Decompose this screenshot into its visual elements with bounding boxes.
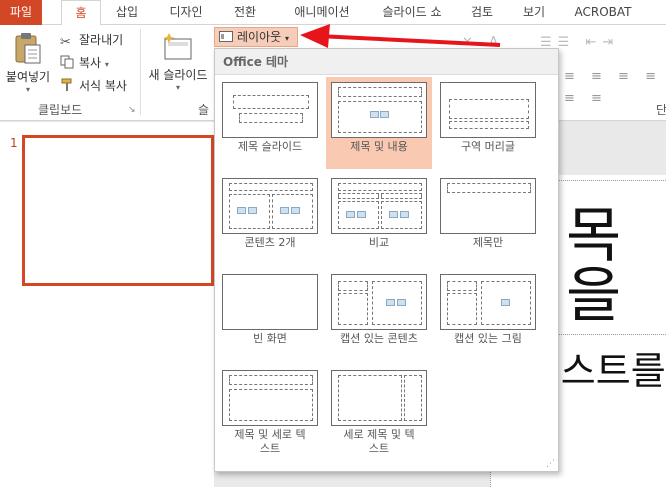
layout-caption: 제목 및 세로 텍스트 xyxy=(234,428,306,455)
layout-caption: 캡션 있는 콘텐츠 xyxy=(340,332,418,345)
layout-label: 레이아웃 xyxy=(237,30,282,44)
layout-blank[interactable]: 빈 화면 xyxy=(217,269,323,361)
copy-button[interactable]: 복사 ▾ xyxy=(60,54,109,71)
layout-preview xyxy=(440,82,536,138)
layout-title-only[interactable]: 제목만 xyxy=(435,173,541,265)
chevron-down-icon: ▾ xyxy=(175,83,180,92)
layout-caption: 빈 화면 xyxy=(253,332,287,345)
layout-title-slide[interactable]: 제목 슬라이드 xyxy=(217,77,323,169)
layout-preview xyxy=(222,370,318,426)
slide-title-text[interactable]: 목을 xyxy=(566,206,666,326)
layout-caption: 캡션 있는 그림 xyxy=(454,332,522,345)
cut-button[interactable]: ✂ 잘라내기 xyxy=(60,31,124,50)
tab-view[interactable]: 보기 xyxy=(514,0,554,25)
layout-gallery: Office 테마 제목 슬라이드 제목 및 내용 구역 머리글 콘텐츠 2개 … xyxy=(214,48,559,472)
tab-design[interactable]: 디자인 xyxy=(160,0,212,25)
slide-number: 1 xyxy=(10,136,18,150)
slides-group-label: 슬 xyxy=(198,103,210,117)
new-slide-icon xyxy=(163,33,192,60)
cut-label: 잘라내기 xyxy=(79,33,124,47)
layout-preview xyxy=(440,274,536,330)
format-painter-button[interactable]: 서식 복사 xyxy=(60,77,127,94)
layout-vertical-title-and-text[interactable]: 세로 제목 및 텍스트 xyxy=(326,365,432,457)
layout-icon xyxy=(219,31,233,42)
align-icon: ≡ ≡ xyxy=(564,91,608,106)
layout-caption: 구역 머리글 xyxy=(460,140,516,153)
dialog-launcher-icon[interactable]: ↘ xyxy=(128,105,136,115)
new-slide-button[interactable]: 새 슬라이드 ▾ xyxy=(144,31,212,92)
resize-grip-icon[interactable]: ⋰ xyxy=(546,459,555,469)
chevron-down-icon: ▾ xyxy=(104,60,109,69)
layout-preview xyxy=(331,82,427,138)
format-painter-label: 서식 복사 xyxy=(79,79,127,93)
paste-label: 붙여넣기 xyxy=(5,70,51,84)
layout-caption: 제목만 xyxy=(472,236,504,249)
paintbrush-icon xyxy=(60,78,76,92)
group-divider xyxy=(140,29,141,115)
tab-slideshow[interactable]: 슬라이드 쇼 xyxy=(370,0,454,25)
layout-two-content[interactable]: 콘텐츠 2개 xyxy=(217,173,323,265)
gallery-header: Office 테마 xyxy=(215,49,558,75)
chevron-down-icon: ▾ xyxy=(25,85,30,94)
layout-preview xyxy=(331,370,427,426)
tab-acrobat[interactable]: ACROBAT xyxy=(570,0,636,25)
new-slide-label: 새 슬라이드 xyxy=(148,68,208,82)
layout-picture-with-caption[interactable]: 캡션 있는 그림 xyxy=(435,269,541,361)
tab-animations[interactable]: 애니메이션 xyxy=(282,0,362,25)
tab-insert[interactable]: 삽입 xyxy=(107,0,147,25)
layout-caption: 콘텐츠 2개 xyxy=(244,236,296,249)
layout-caption: 제목 및 내용 xyxy=(350,140,408,153)
content-placeholder-border xyxy=(555,334,666,335)
layout-preview xyxy=(222,178,318,234)
slide-body-text[interactable]: |스트를 xyxy=(548,352,666,390)
align-icon: ≡ ≡ ≡ ≡ xyxy=(564,69,662,84)
layout-caption: 제목 슬라이드 xyxy=(237,140,303,153)
clipboard-group-label: 클립보드 xyxy=(38,103,83,117)
clipboard-icon xyxy=(15,33,41,64)
title-placeholder-border xyxy=(555,180,666,181)
paragraph-group-label: 단 xyxy=(656,103,666,117)
copy-icon xyxy=(60,55,76,69)
layout-preview xyxy=(222,274,318,330)
ribbon-tab-bar: 파일 홈 삽입 디자인 전환 애니메이션 슬라이드 쇼 검토 보기 ACROBA… xyxy=(0,0,666,26)
layout-section-header[interactable]: 구역 머리글 xyxy=(435,77,541,169)
scissors-icon: ✂ xyxy=(60,35,71,50)
layout-title-and-content[interactable]: 제목 및 내용 xyxy=(326,77,432,169)
layout-preview xyxy=(331,274,427,330)
tab-transitions[interactable]: 전환 xyxy=(224,0,266,25)
slide-thumbnail[interactable] xyxy=(22,135,214,286)
tab-home[interactable]: 홈 xyxy=(61,0,101,26)
layout-preview xyxy=(331,178,427,234)
layout-comparison[interactable]: 비교 xyxy=(326,173,432,265)
copy-label: 복사 xyxy=(79,56,102,70)
tab-file[interactable]: 파일 xyxy=(0,0,42,25)
layout-caption: 비교 xyxy=(368,236,390,249)
paste-button[interactable]: 붙여넣기 ▾ xyxy=(2,31,54,94)
layout-preview xyxy=(222,82,318,138)
layout-caption: 세로 제목 및 텍스트 xyxy=(343,428,415,455)
chevron-down-icon: ▾ xyxy=(285,34,290,43)
layout-content-with-caption[interactable]: 캡션 있는 콘텐츠 xyxy=(326,269,432,361)
layout-title-and-vertical-text[interactable]: 제목 및 세로 텍스트 xyxy=(217,365,323,457)
layout-button[interactable]: 레이아웃 ▾ xyxy=(214,27,298,47)
canvas-edge xyxy=(490,470,491,487)
tab-review[interactable]: 검토 xyxy=(462,0,502,25)
layout-preview xyxy=(440,178,536,234)
